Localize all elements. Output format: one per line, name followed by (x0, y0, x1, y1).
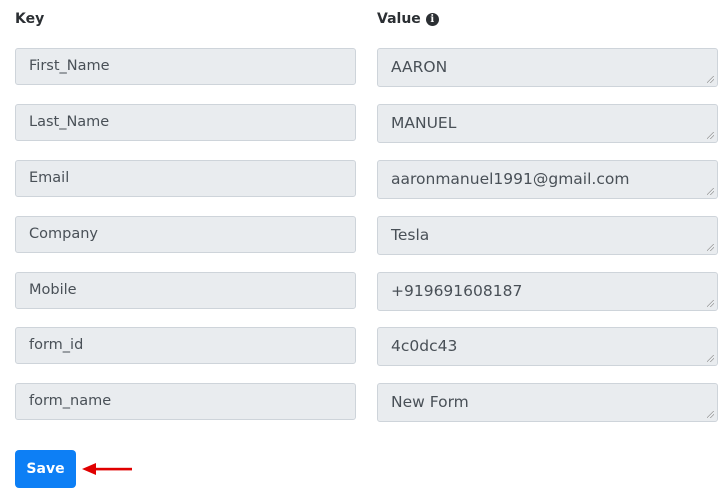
key-column-header: Key (15, 11, 45, 27)
key-value-row: form_id 4c0dc43 (0, 327, 726, 366)
value-textarea[interactable]: MANUEL (377, 104, 718, 143)
key-value-row: Email aaronmanuel1991@gmail.com (0, 160, 726, 199)
key-value-row: form_name New Form (0, 383, 726, 422)
key-field: Company (15, 216, 356, 253)
value-textarea[interactable]: 4c0dc43 (377, 327, 718, 366)
value-text: 4c0dc43 (391, 337, 458, 355)
resize-grip-icon[interactable] (707, 76, 714, 83)
value-textarea[interactable]: New Form (377, 383, 718, 422)
resize-grip-icon[interactable] (707, 411, 714, 418)
resize-grip-icon[interactable] (707, 188, 714, 195)
key-value-row: First_Name AARON (0, 48, 726, 87)
key-value-row: Last_Name MANUEL (0, 104, 726, 143)
value-textarea[interactable]: +919691608187 (377, 272, 718, 311)
value-text: New Form (391, 393, 469, 411)
value-text: aaronmanuel1991@gmail.com (391, 170, 630, 188)
key-field: form_id (15, 327, 356, 364)
value-text: Tesla (391, 226, 430, 244)
key-value-row: Mobile +919691608187 (0, 272, 726, 311)
info-circle-icon[interactable]: i (425, 12, 439, 26)
value-column-header: Value i (377, 11, 439, 27)
red-arrow-pointer-icon (82, 463, 132, 475)
resize-grip-icon[interactable] (707, 132, 714, 139)
save-button[interactable]: Save (15, 450, 76, 488)
value-textarea[interactable]: Tesla (377, 216, 718, 255)
value-textarea[interactable]: aaronmanuel1991@gmail.com (377, 160, 718, 199)
value-textarea[interactable]: AARON (377, 48, 718, 87)
resize-grip-icon[interactable] (707, 355, 714, 362)
key-field: First_Name (15, 48, 356, 85)
value-text: MANUEL (391, 114, 457, 132)
value-text: AARON (391, 58, 448, 76)
resize-grip-icon[interactable] (707, 244, 714, 251)
resize-grip-icon[interactable] (707, 300, 714, 307)
key-field: form_name (15, 383, 356, 420)
key-field: Email (15, 160, 356, 197)
key-value-row: Company Tesla (0, 216, 726, 255)
value-header-label: Value (377, 11, 421, 27)
value-text: +919691608187 (391, 282, 523, 300)
key-field: Last_Name (15, 104, 356, 141)
key-field: Mobile (15, 272, 356, 309)
